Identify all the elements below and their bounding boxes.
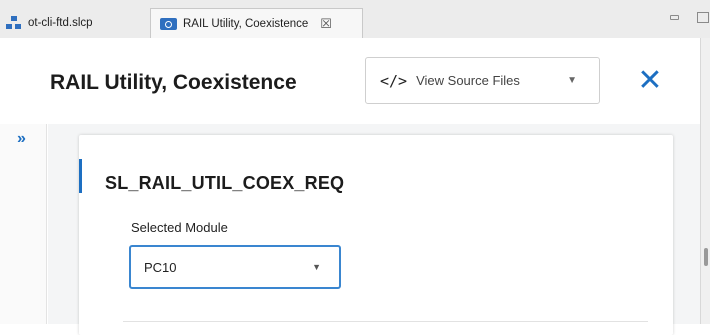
selected-module-label: Selected Module: [131, 220, 228, 235]
scrollbar-track[interactable]: [700, 38, 710, 324]
tab-close-icon[interactable]: ☒: [320, 16, 332, 32]
project-icon: [6, 16, 22, 30]
card-title: SL_RAIL_UTIL_COEX_REQ: [105, 173, 345, 193]
selected-module-select[interactable]: PC10 ▼: [129, 245, 341, 289]
editor-tab-bar: ot-cli-ftd.slcp RAIL Utility, Coexistenc…: [0, 0, 710, 38]
view-source-files-dropdown[interactable]: </> View Source Files ▼: [365, 57, 600, 104]
tab-label: RAIL Utility, Coexistence: [183, 17, 309, 30]
close-icon[interactable]: ✕: [630, 60, 670, 100]
config-card: SL_RAIL_UTIL_COEX_REQ Selected Module PC…: [79, 135, 673, 335]
tab-label: ot-cli-ftd.slcp: [28, 17, 93, 29]
tab-ot-cli-ftd[interactable]: ot-cli-ftd.slcp: [6, 8, 148, 38]
component-header: RAIL Utility, Coexistence </> View Sourc…: [0, 38, 700, 124]
config-icon: [160, 17, 177, 30]
chevron-down-icon: ▼: [567, 75, 577, 86]
scrollbar-thumb[interactable]: [704, 248, 708, 266]
expand-sidebar-icon[interactable]: »: [17, 130, 26, 148]
card-accent-bar: [79, 159, 82, 193]
component-body: » SL_RAIL_UTIL_COEX_REQ Selected Module …: [0, 124, 700, 335]
side-rail: »: [0, 124, 47, 324]
maximize-icon[interactable]: [697, 12, 709, 23]
view-source-files-label: View Source Files: [416, 73, 520, 88]
page-title: RAIL Utility, Coexistence: [50, 71, 297, 94]
tab-rail-utility-coexistence[interactable]: RAIL Utility, Coexistence ☒: [150, 8, 363, 38]
divider: [123, 321, 648, 322]
selected-module-value: PC10: [144, 259, 177, 275]
chevron-down-icon: ▼: [312, 262, 321, 272]
minimize-icon[interactable]: [670, 15, 679, 20]
code-icon: </>: [380, 71, 408, 90]
